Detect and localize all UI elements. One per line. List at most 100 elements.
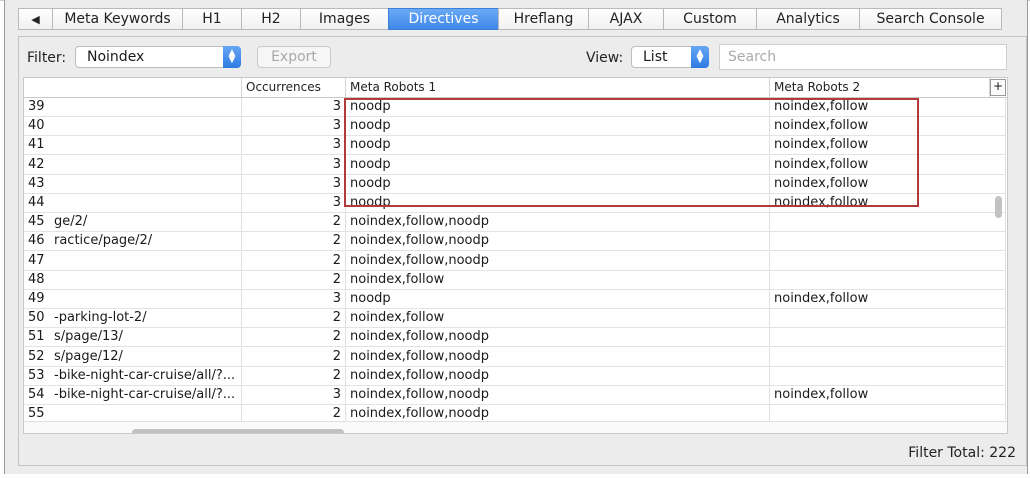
cell-address xyxy=(54,98,242,117)
column-header-meta-robots-2[interactable]: Meta Robots 2 xyxy=(770,78,990,97)
row-number: 50 xyxy=(28,310,45,326)
cell-occurrences: 2 xyxy=(242,366,346,386)
cell-meta-robots-2 xyxy=(770,309,1006,329)
window-frame: ◀ Meta Keywords H1 H2 Images Directives Hrefla… xyxy=(4,0,1028,474)
table-row[interactable]: 53 -bike-night-car-cruise/all/?... 2 noinde… xyxy=(24,366,1006,386)
cell-address xyxy=(54,270,242,290)
row-number: 51 xyxy=(28,329,45,345)
cell-occurrences: 2 xyxy=(242,309,346,329)
cell-meta-robots-2 xyxy=(770,232,1006,252)
cell-meta-robots-1: noodp xyxy=(346,290,770,309)
cell-occurrences: 3 xyxy=(242,386,346,405)
row-number: 40 xyxy=(28,118,45,134)
filter-select[interactable]: Noindex ▲ ▼ xyxy=(75,46,241,68)
table-row[interactable]: 45 ge/2/2 noindex,follow,noodp xyxy=(24,213,1006,233)
table-row[interactable]: 54 -bike-night-car-cruise/all/?... 3 noinde… xyxy=(24,386,1006,405)
tab-h2[interactable]: H2 xyxy=(241,8,300,30)
cell-occurrences: 2 xyxy=(242,213,346,233)
cell-meta-robots-1: noindex,follow,noodp xyxy=(346,366,770,386)
tab-directives[interactable]: Directives xyxy=(388,8,498,30)
cell-address xyxy=(54,174,242,194)
cell-meta-robots-2 xyxy=(770,366,1006,386)
row-number: 53 xyxy=(28,367,45,383)
cell-address xyxy=(54,136,242,156)
tab-h1[interactable]: H1 xyxy=(182,8,241,30)
cell-occurrences: 3 xyxy=(242,290,346,309)
highlight-box xyxy=(344,98,919,207)
tab-ajax[interactable]: AJAX xyxy=(588,8,663,30)
cell-occurrences: 2 xyxy=(242,232,346,252)
row-number: 47 xyxy=(28,252,45,268)
cell-occurrences: 2 xyxy=(242,328,346,348)
tab-hreflang[interactable]: Hreflang xyxy=(498,8,588,30)
updown-arrows-icon: ▲ ▼ xyxy=(691,46,709,68)
row-number: 39 xyxy=(28,99,45,114)
tab-images[interactable]: Images xyxy=(300,8,388,30)
cell-address: -bike-night-car-cruise/all/?... xyxy=(54,386,242,405)
filter-bar: Filter: Noindex ▲ ▼ Export View: List ▲ ▼ … xyxy=(19,37,1026,77)
row-number: 54 xyxy=(28,387,45,402)
row-number: 46 xyxy=(28,233,45,249)
cell-meta-robots-1: noindex,follow xyxy=(346,270,770,290)
cell-address xyxy=(54,117,242,137)
view-select[interactable]: List ▲ ▼ xyxy=(631,46,709,68)
table-header: Occurrences Meta Robots 1 Meta Robots 2 … xyxy=(24,78,1007,98)
cell-address xyxy=(54,251,242,271)
table-row[interactable]: 50 -parking-lot-2/2 noindex,follow xyxy=(24,309,1006,329)
cell-meta-robots-1: noindex,follow,noodp xyxy=(346,232,770,252)
horizontal-scrollbar[interactable] xyxy=(132,429,344,433)
cell-occurrences: 3 xyxy=(242,155,346,175)
filter-total-label: Filter Total: xyxy=(908,445,985,461)
cell-address: s/page/13/ xyxy=(54,328,242,348)
tab-search-console[interactable]: Search Console xyxy=(859,8,1002,30)
cell-meta-robots-1: noindex,follow,noodp xyxy=(346,251,770,271)
filter-total: Filter Total: 222 xyxy=(908,445,1016,461)
cell-meta-robots-1: noindex,follow xyxy=(346,309,770,329)
cell-meta-robots-2: noindex,follow xyxy=(770,386,1006,405)
table-row[interactable]: 49 3 noodp noindex,follow xyxy=(24,290,1006,309)
view-select-value: List xyxy=(643,49,668,65)
column-header-address[interactable] xyxy=(24,78,242,97)
cell-address xyxy=(54,290,242,309)
cell-meta-robots-1: noindex,follow,noodp xyxy=(346,386,770,405)
cell-occurrences: 3 xyxy=(242,117,346,137)
table-row[interactable]: 47 2 noindex,follow,noodp xyxy=(24,251,1006,271)
add-column-icon[interactable]: + xyxy=(990,79,1006,96)
tab-analytics[interactable]: Analytics xyxy=(756,8,859,30)
row-number: 41 xyxy=(28,137,45,153)
cell-occurrences: 3 xyxy=(242,194,346,213)
table-row[interactable]: 51 s/page/13/2 noindex,follow,noodp xyxy=(24,328,1006,348)
cell-occurrences: 3 xyxy=(242,174,346,194)
tab-meta-keywords[interactable]: Meta Keywords xyxy=(52,8,182,30)
cell-address: -bike-night-car-cruise/all/?... xyxy=(54,366,242,386)
search-input[interactable]: Search xyxy=(719,44,1007,70)
cell-occurrences: 2 xyxy=(242,270,346,290)
cell-address: ractice/page/2/ xyxy=(54,232,242,252)
table-row[interactable]: 52 s/page/12/2 noindex,follow,noodp xyxy=(24,347,1006,367)
table-row[interactable]: 46 ractice/page/2/2 noindex,follow,noodp xyxy=(24,232,1006,252)
cell-meta-robots-2 xyxy=(770,347,1006,367)
cell-address: -parking-lot-2/ xyxy=(54,309,242,329)
view-label: View: xyxy=(586,50,624,66)
vertical-scrollbar[interactable] xyxy=(995,196,1002,218)
scroll-left-icon[interactable]: ◀ xyxy=(18,8,52,30)
column-header-meta-robots-1[interactable]: Meta Robots 1 xyxy=(346,78,770,97)
tab-custom[interactable]: Custom xyxy=(663,8,756,30)
cell-address: s/page/12/ xyxy=(54,347,242,367)
column-header-occurrences[interactable]: Occurrences xyxy=(242,78,346,97)
cell-meta-robots-1: noindex,follow,noodp xyxy=(346,347,770,367)
row-number: 52 xyxy=(28,348,45,364)
export-button[interactable]: Export xyxy=(257,46,331,68)
cell-address xyxy=(54,155,242,175)
table-row[interactable]: 48 2 noindex,follow xyxy=(24,270,1006,290)
cell-meta-robots-2 xyxy=(770,251,1006,271)
row-number: 44 xyxy=(28,195,45,210)
cell-meta-robots-1: noindex,follow,noodp xyxy=(346,213,770,233)
cell-occurrences: 3 xyxy=(242,98,346,117)
filter-select-value: Noindex xyxy=(87,49,145,65)
row-number: 49 xyxy=(28,291,45,306)
row-number: 43 xyxy=(28,175,45,191)
row-number: 42 xyxy=(28,156,45,172)
cell-meta-robots-2 xyxy=(770,213,1006,233)
updown-arrows-icon: ▲ ▼ xyxy=(223,46,241,68)
